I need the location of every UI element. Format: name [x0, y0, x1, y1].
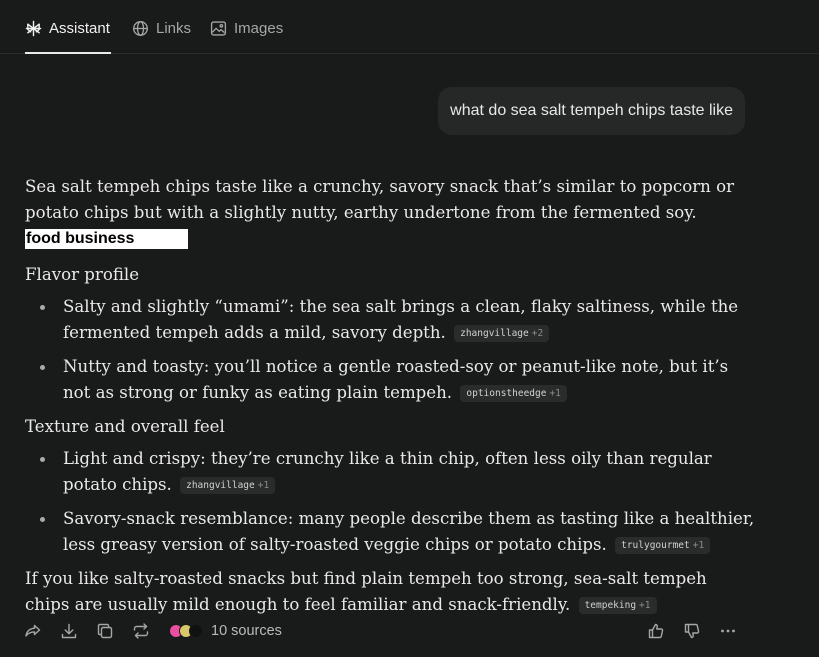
- answer-body: Sea salt tempeh chips taste like a crunc…: [25, 174, 755, 618]
- thumbs-up-icon[interactable]: [647, 622, 665, 640]
- citation-count: +1: [549, 388, 561, 399]
- citation-source: optionstheedge: [466, 388, 547, 399]
- list-item-text: Nutty and toasty: you’ll notice a gentle…: [63, 357, 729, 402]
- list-item-text: Salty and slightly “umami”: the sea salt…: [63, 297, 739, 342]
- sources-count-label: 10 sources: [211, 623, 282, 639]
- answer-intro-text: Sea salt tempeh chips taste like a crunc…: [25, 177, 735, 222]
- thumbs-down-icon[interactable]: [683, 622, 701, 640]
- citation-chip[interactable]: optionstheedge +1: [460, 385, 567, 402]
- list-item: Savory-snack resemblance: many people de…: [40, 506, 755, 558]
- image-icon: [210, 20, 227, 37]
- copy-icon[interactable]: [96, 622, 114, 640]
- source-favicon: [189, 624, 203, 638]
- section-heading-texture: Texture and overall feel: [25, 417, 225, 436]
- citation-count: +1: [257, 480, 270, 491]
- list-item: Light and crispy: they’re crunchy like a…: [40, 446, 755, 498]
- citation-count: +2: [531, 328, 544, 339]
- result-tabs: Assistant Links Images: [0, 0, 819, 54]
- active-tab-indicator: [25, 52, 111, 54]
- highlight-label: food business: [25, 229, 188, 249]
- tab-images-label: Images: [234, 19, 284, 37]
- citation-source: tempeking: [584, 600, 637, 611]
- tab-links[interactable]: Links: [132, 18, 191, 38]
- list-item: Nutty and toasty: you’ll notice a gentle…: [40, 354, 755, 406]
- texture-list: Light and crispy: they’re crunchy like a…: [25, 446, 755, 558]
- globe-icon: [132, 20, 149, 37]
- tab-links-label: Links: [156, 19, 192, 37]
- share-icon[interactable]: [24, 622, 42, 640]
- flavor-list: Salty and slightly “umami”: the sea salt…: [25, 294, 755, 406]
- citation-count: +1: [639, 600, 651, 611]
- assistant-icon: [25, 20, 42, 37]
- citation-source: zhangvillage: [186, 480, 255, 491]
- citation-chip[interactable]: trulygourmet +1: [615, 537, 711, 554]
- citation-chip[interactable]: zhangvillage +1: [180, 477, 276, 494]
- citation-source: zhangvillage: [460, 328, 529, 339]
- citation-chip[interactable]: zhangvillage +2: [454, 325, 550, 342]
- tab-assistant-label: Assistant: [49, 19, 110, 37]
- citation-count: +1: [692, 540, 705, 551]
- citation-chip[interactable]: tempeking +1: [578, 597, 657, 614]
- download-icon[interactable]: [60, 622, 78, 640]
- tab-assistant[interactable]: Assistant: [25, 18, 110, 38]
- rewrite-icon[interactable]: [132, 622, 150, 640]
- citation-source: trulygourmet: [621, 540, 690, 551]
- list-item-text: Light and crispy: they’re crunchy like a…: [63, 449, 712, 494]
- answer-actions-bar: 10 sources: [0, 620, 819, 642]
- user-query-bubble: what do sea salt tempeh chips taste like: [438, 87, 745, 135]
- source-favicons: [169, 624, 203, 638]
- answer-closing: If you like salty-roasted snacks but fin…: [25, 566, 755, 618]
- list-item: Salty and slightly “umami”: the sea salt…: [40, 294, 755, 346]
- section-heading-flavor: Flavor profile: [25, 265, 140, 284]
- tab-images[interactable]: Images: [210, 18, 283, 38]
- more-icon[interactable]: [719, 622, 737, 640]
- answer-intro: Sea salt tempeh chips taste like a crunc…: [25, 174, 755, 252]
- sources-button[interactable]: 10 sources: [169, 621, 282, 641]
